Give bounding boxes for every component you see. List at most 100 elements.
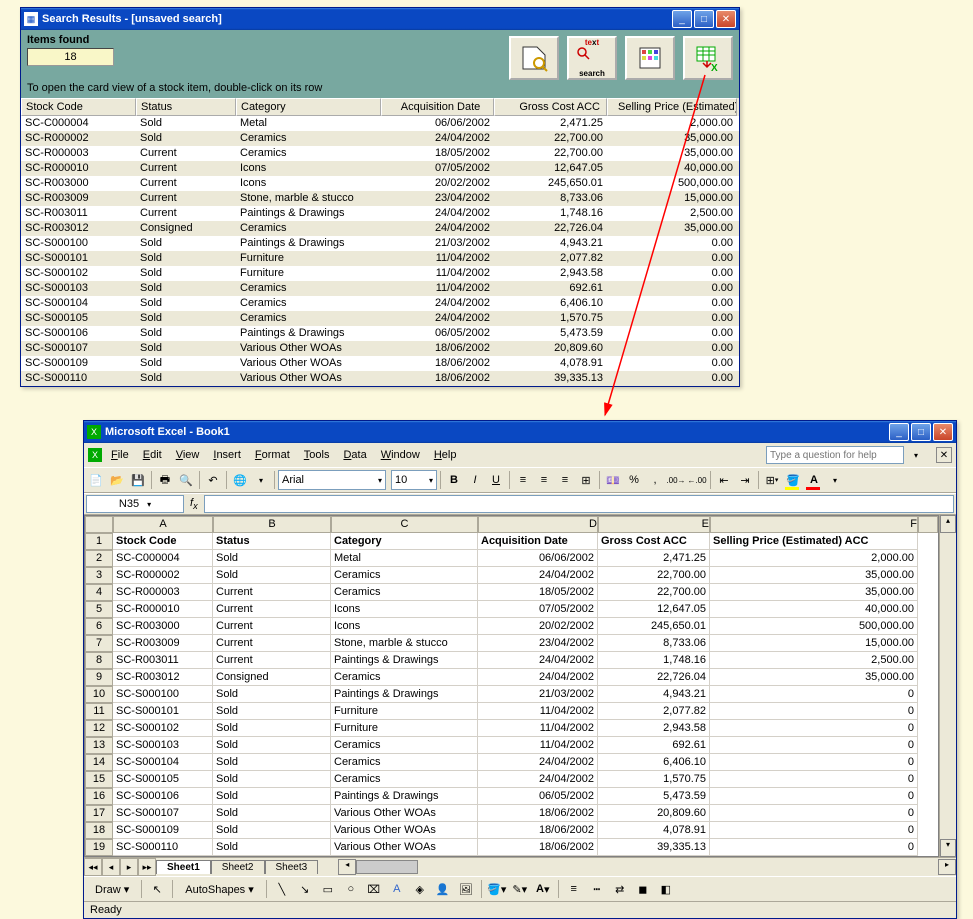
excel-row[interactable]: 3SC-R000002SoldCeramics24/04/200222,700.… [85,567,938,584]
close-button[interactable]: ✕ [716,10,736,28]
workbook-close-button[interactable]: ✕ [936,447,952,463]
text-search-button[interactable]: textsearch [567,36,617,80]
select-objects-icon[interactable]: ↖ [147,879,167,899]
excel-row[interactable]: 6SC-R003000CurrentIcons20/02/2002245,650… [85,618,938,635]
excel-row[interactable]: 15SC-S000105SoldCeramics24/04/20021,570.… [85,771,938,788]
menu-insert[interactable]: Insert [206,447,248,463]
excel-row[interactable]: 8SC-R003011CurrentPaintings & Drawings24… [85,652,938,669]
excel-row[interactable]: 12SC-S000102SoldFurniture11/04/20022,943… [85,720,938,737]
font-selector[interactable]: Arial▾ [278,470,386,490]
close-button[interactable]: ✕ [933,423,953,441]
menu-format[interactable]: Format [248,447,297,463]
maximize-button[interactable]: □ [911,423,931,441]
rectangle-icon[interactable]: ▭ [318,879,338,899]
excel-row[interactable]: 13SC-S000103SoldCeramics11/04/2002692.61… [85,737,938,754]
menu-file[interactable]: File [104,447,136,463]
size-selector[interactable]: 10▾ [391,470,437,490]
last-sheet-icon[interactable]: ▸▸ [138,858,156,876]
fill-color-icon[interactable]: 🪣 [783,470,803,490]
name-box[interactable]: N35▾ [86,495,184,513]
row-number[interactable]: 2 [85,550,113,567]
excel-header-row[interactable]: 1 Stock Code Status Category Acquisition… [85,533,938,550]
excel-titlebar[interactable]: X Microsoft Excel - Book1 _ □ ✕ [84,421,956,443]
fx-icon[interactable]: fx [190,497,198,511]
col-acquisition[interactable]: Acquisition Date [381,98,494,116]
decrease-decimal-icon[interactable]: ←.00 [687,470,707,490]
search-titlebar[interactable]: ▦ Search Results - [unsaved search] _ □ … [21,8,739,30]
excel-row[interactable]: 7SC-R003009CurrentStone, marble & stucco… [85,635,938,652]
grid-view-button[interactable] [625,36,675,80]
align-left-icon[interactable]: ≡ [513,470,533,490]
excel-row[interactable]: 2SC-C000004SoldMetal06/06/20022,471.252,… [85,550,938,567]
line-icon[interactable]: ╲ [272,879,292,899]
help-dropdown-icon[interactable]: ▾ [906,445,926,465]
insert-hyperlink-icon[interactable]: 🌐 [230,470,250,490]
underline-icon[interactable]: U [486,470,506,490]
textbox-icon[interactable]: ⌧ [364,879,384,899]
table-row[interactable]: SC-S000110SoldVarious Other WOAs18/06/20… [21,371,739,386]
excel-row[interactable]: 5SC-R000010CurrentIcons07/05/200212,647.… [85,601,938,618]
line-style-icon[interactable]: ≡ [564,879,584,899]
decrease-indent-icon[interactable]: ⇤ [714,470,734,490]
row-number[interactable]: 19 [85,839,113,856]
prev-sheet-icon[interactable]: ◂ [102,858,120,876]
col-header[interactable]: B [213,516,331,533]
excel-row[interactable]: 17SC-S000107SoldVarious Other WOAs18/06/… [85,805,938,822]
row-number[interactable]: 7 [85,635,113,652]
table-row[interactable]: SC-R003011CurrentPaintings & Drawings24/… [21,206,739,221]
draw-menu[interactable]: Draw ▾ [88,881,136,898]
table-row[interactable]: SC-R000010CurrentIcons07/05/200212,647.0… [21,161,739,176]
col-grosscost[interactable]: Gross Cost ACC [494,98,607,116]
wordart-icon[interactable]: A [387,879,407,899]
font-color-icon[interactable]: A [804,470,824,490]
table-row[interactable]: SC-R003009CurrentStone, marble & stucco2… [21,191,739,206]
menu-tools[interactable]: Tools [297,447,337,463]
row-number[interactable]: 15 [85,771,113,788]
preview-icon[interactable]: 🔍 [176,470,196,490]
first-sheet-icon[interactable]: ◂◂ [84,858,102,876]
row-number[interactable]: 6 [85,618,113,635]
menu-data[interactable]: Data [336,447,373,463]
diagram-icon[interactable]: ◈ [410,879,430,899]
workbook-icon[interactable]: X [88,448,102,462]
excel-row[interactable]: 11SC-S000101SoldFurniture11/04/20022,077… [85,703,938,720]
col-header[interactable]: D [478,516,598,533]
new-icon[interactable]: 📄 [86,470,106,490]
col-status[interactable]: Status [136,98,236,116]
row-number[interactable]: 18 [85,822,113,839]
dash-style-icon[interactable]: ┅ [587,879,607,899]
oval-icon[interactable]: ○ [341,879,361,899]
sheet-tab[interactable]: Sheet3 [265,860,319,874]
clipart-icon[interactable]: 👤 [433,879,453,899]
table-row[interactable]: SC-S000103SoldCeramics11/04/2002692.610.… [21,281,739,296]
row-number[interactable]: 17 [85,805,113,822]
bold-icon[interactable]: B [444,470,464,490]
excel-row[interactable]: 16SC-S000106SoldPaintings & Drawings06/0… [85,788,938,805]
row-number[interactable]: 16 [85,788,113,805]
open-icon[interactable]: 📂 [107,470,127,490]
table-row[interactable]: SC-R003012ConsignedCeramics24/04/200222,… [21,221,739,236]
table-row[interactable]: SC-C000004SoldMetal06/06/20022,471.252,0… [21,116,739,131]
menu-window[interactable]: Window [374,447,427,463]
shadow-icon[interactable]: ◼ [633,879,653,899]
row-number[interactable]: 4 [85,584,113,601]
toolbar-options-icon[interactable]: ▾ [251,470,271,490]
col-header[interactable]: F [710,516,918,533]
col-header[interactable]: E [598,516,710,533]
sheet-tab[interactable]: Sheet2 [211,860,265,874]
currency-icon[interactable]: 💷 [603,470,623,490]
font-color2-icon[interactable]: A▾ [533,879,553,899]
excel-row[interactable]: 18SC-S000109SoldVarious Other WOAs18/06/… [85,822,938,839]
picture-icon[interactable]: 🖼 [456,879,476,899]
comma-icon[interactable]: , [645,470,665,490]
borders-icon[interactable]: ⊞▾ [762,470,782,490]
undo-icon[interactable]: ↶ [203,470,223,490]
excel-row[interactable]: 10SC-S000100SoldPaintings & Drawings21/0… [85,686,938,703]
vertical-scrollbar[interactable]: ▴ ▾ [939,515,956,857]
table-row[interactable]: SC-R003000CurrentIcons20/02/2002245,650.… [21,176,739,191]
line-color-icon[interactable]: ✎▾ [510,879,530,899]
help-search-input[interactable] [766,446,904,464]
table-row[interactable]: SC-R000003CurrentCeramics18/05/200222,70… [21,146,739,161]
menu-help[interactable]: Help [427,447,464,463]
print-icon[interactable]: 🖶 [155,470,175,490]
